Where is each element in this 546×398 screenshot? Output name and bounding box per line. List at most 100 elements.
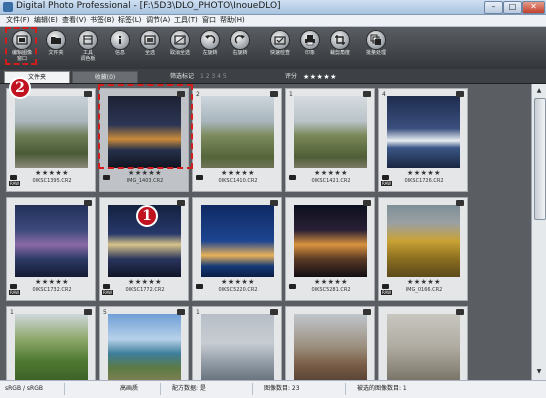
close-button[interactable]: ✕	[522, 1, 545, 14]
info-icon	[111, 31, 129, 49]
edit-badge-icon	[177, 200, 185, 206]
maximize-button[interactable]: □	[503, 1, 522, 14]
scroll-down-icon[interactable]: ▼	[534, 367, 544, 377]
edit-badge-icon	[270, 200, 278, 206]
crop-angle-button[interactable]: 裁剪角度	[324, 29, 356, 67]
deselect-all-label: 取消全选	[169, 50, 190, 56]
thumbnail-rating-stars[interactable]: ★★★★★	[100, 169, 190, 177]
raw-badge-icon: RAW	[9, 290, 21, 295]
thumbnail-photo	[15, 314, 88, 380]
menu-view[interactable]: 查看(V)	[62, 15, 86, 26]
thumbnail-photo	[294, 205, 367, 277]
crop-angle-icon	[331, 31, 349, 49]
folder-icon	[47, 31, 65, 49]
tool-palette-icon	[79, 31, 97, 49]
thumbnail-rating-stars[interactable]: ★★★★★	[100, 278, 190, 286]
thumbnail-rating-stars[interactable]: ★★★★★	[379, 278, 469, 286]
thumbnail-photo	[201, 314, 274, 380]
thumbnail-rating-stars[interactable]: ★★★★★	[193, 169, 283, 177]
camera-icon	[289, 284, 296, 289]
print-button[interactable]: 印象	[294, 29, 326, 67]
select-all-button[interactable]: 全选	[134, 29, 166, 67]
thumbnail-filename: 0IKSC1421.CR2	[311, 178, 351, 184]
thumbnail-item[interactable]: ★★★★★ 0IKSC5281.CR2	[285, 197, 375, 301]
thumbnail-rating-stars[interactable]: ★★★★★	[7, 278, 97, 286]
thumbnail-item[interactable]	[378, 306, 468, 380]
raw-badge-icon: RAW	[381, 290, 393, 295]
window-title: Digital Photo Professional - [F:\5D3\DLO…	[16, 1, 281, 11]
thumbnail-rating-stars[interactable]: ★★★★★	[379, 169, 469, 177]
camera-icon	[10, 175, 17, 180]
thumbnail-rating-stars[interactable]: ★★★★★	[193, 278, 283, 286]
edit-badge-icon	[177, 91, 185, 97]
edit-badge-icon	[363, 91, 371, 97]
thumbnail-photo	[15, 96, 88, 168]
menu-tools[interactable]: 工具(T)	[174, 15, 198, 26]
thumbnail-filename: IMG_0166.CR2	[405, 287, 443, 293]
camera-icon	[382, 284, 389, 289]
check-mark-number: 1	[10, 309, 14, 316]
quick-check-button[interactable]: 快速检查	[264, 29, 296, 67]
rotate-right-icon	[231, 31, 249, 49]
tool-palette-button[interactable]: 工具 调色板	[72, 29, 104, 67]
thumbnail-item[interactable]: 5	[99, 306, 189, 380]
thumbnail-item[interactable]: 1 ★★★★★ 0IKSC1421.CR2	[285, 88, 375, 192]
deselect-all-button[interactable]: 取消全选	[164, 29, 196, 67]
rating-filter-stars[interactable]: ★★★★★	[303, 71, 337, 83]
app-icon	[3, 2, 13, 12]
menu-edit[interactable]: 编辑(E)	[34, 15, 58, 26]
folder-button[interactable]: 文件夹	[40, 29, 72, 67]
camera-icon	[103, 175, 110, 180]
scroll-thumb[interactable]	[534, 98, 546, 220]
thumbnail-item[interactable]: 2 ★★★★★ 0IKSC1410.CR2	[192, 88, 282, 192]
thumbnail-filename: 0IKSC1395.CR2	[32, 178, 72, 184]
menu-bookmark[interactable]: 书签(B)	[90, 15, 114, 26]
thumbnail-item[interactable]: ★★★★★ IMG_0166.CR2 RAW	[378, 197, 468, 301]
camera-icon	[10, 284, 17, 289]
tab-favorites[interactable]: 收藏(0)	[72, 71, 138, 83]
thumbnail-rating-stars[interactable]: ★★★★★	[286, 169, 376, 177]
status-divider	[64, 383, 65, 395]
vertical-scrollbar[interactable]: ▲ ▼	[531, 84, 546, 380]
edit-badge-icon	[363, 309, 371, 315]
rating-label: 评分	[285, 73, 298, 80]
batch-process-button[interactable]: 批量处理	[360, 29, 392, 67]
batch-process-icon	[367, 31, 385, 49]
status-image-count: 图像数目: 23	[264, 385, 300, 392]
thumbnail-filename: 0IKSC1726.CR2	[404, 178, 444, 184]
thumbnail-item[interactable]: 1	[6, 306, 96, 380]
thumbnail-item[interactable]: ★★★★★ 0IKSC5220.CR2	[192, 197, 282, 301]
check-mark-number: 1	[196, 309, 200, 316]
thumbnail-rating-stars[interactable]: ★★★★★	[286, 278, 376, 286]
edit-badge-icon	[84, 91, 92, 97]
menu-label[interactable]: 标签(L)	[118, 15, 141, 26]
thumbnail-photo	[294, 96, 367, 168]
quick-check-label: 快速检查	[269, 50, 290, 56]
info-label: 信息	[114, 50, 125, 56]
print-icon	[301, 31, 319, 49]
minimize-button[interactable]: –	[484, 1, 503, 14]
thumbnail-photo	[387, 205, 460, 277]
callout-one: 1	[136, 205, 158, 227]
menu-window[interactable]: 窗口	[202, 15, 216, 26]
thumbnail-item[interactable]: ★★★★★ IMG_1403.CR2	[99, 88, 189, 192]
thumbnail-item[interactable]: 4 ★★★★★ 0IKSC1726.CR2 RAW	[378, 88, 468, 192]
thumbnail-item[interactable]	[285, 306, 375, 380]
check-mark-number: 4	[382, 91, 386, 98]
scroll-up-icon[interactable]: ▲	[534, 86, 544, 96]
check-mark-filter[interactable]: 1 2 3 4 5	[200, 71, 227, 83]
thumbnail-item[interactable]: 1	[192, 306, 282, 380]
menu-adjust[interactable]: 调节(A)	[146, 15, 170, 26]
info-button[interactable]: 信息	[104, 29, 136, 67]
thumbnail-rating-stars[interactable]: ★★★★★	[7, 169, 97, 177]
camera-icon	[196, 284, 203, 289]
edit-badge-icon	[456, 91, 464, 97]
menu-help[interactable]: 帮助(H)	[220, 15, 245, 26]
rotate-right-label: 右旋转	[232, 50, 248, 56]
thumbnail-item[interactable]: ★★★★★ 0IKSC1732.CR2 RAW	[6, 197, 96, 301]
rotate-left-button[interactable]: 左旋转	[194, 29, 226, 67]
thumbnail-item[interactable]: ★★★★★ 0IKSC1395.CR2 RAW	[6, 88, 96, 192]
quick-check-icon	[271, 31, 289, 49]
rotate-right-button[interactable]: 右旋转	[224, 29, 256, 67]
menu-file[interactable]: 文件(F)	[6, 15, 30, 26]
